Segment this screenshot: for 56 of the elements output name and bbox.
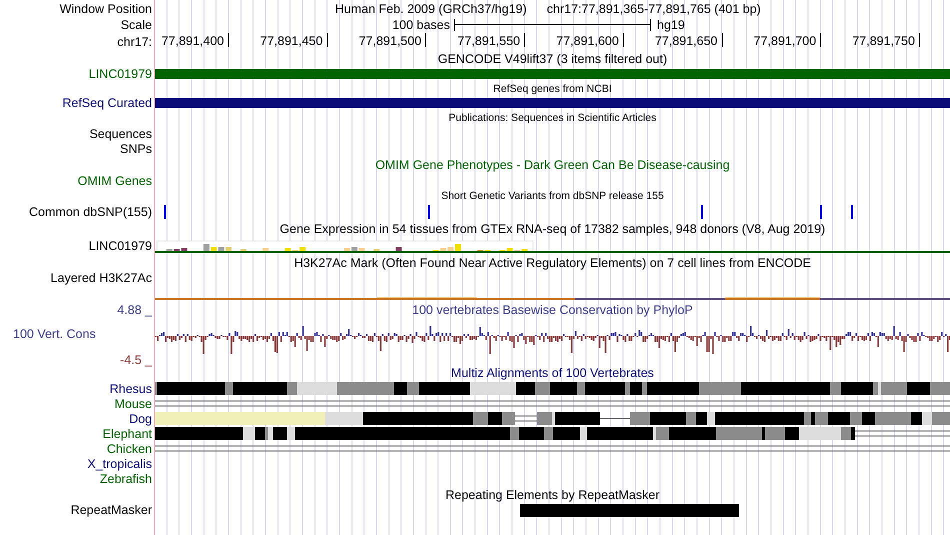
track-label[interactable]: Zebrafish (100, 472, 152, 486)
ruler-tick (918, 33, 920, 47)
track-label[interactable]: Layered H3K27Ac (50, 271, 152, 285)
track-label[interactable]: OMIM Genes (78, 174, 152, 188)
position-label: 77,891,600 (556, 34, 619, 48)
track-label[interactable]: X_tropicalis (87, 456, 152, 470)
track-title: Gene Expression in 54 tissues from GTEx RNA-seq of 17382 samples, 948 donors (V8, Aug 2019) (280, 222, 826, 236)
snp-mark (701, 205, 703, 219)
track-label[interactable]: Mouse (114, 396, 152, 410)
track-title: Publications: Sequences in Scientific Articles (448, 111, 656, 125)
position-label: 77,891,750 (852, 34, 915, 48)
position-label: 77,891,550 (458, 34, 520, 48)
track-title: Repeating Elements by RepeatMasker (445, 488, 660, 502)
assembly-label: hg19 (657, 18, 685, 32)
axis-label: 4.88 _ (116, 303, 152, 317)
track-title: 100 vertebrates Basewise Conservation by PhyloP (412, 303, 693, 317)
axis-label: -4.5 _ (119, 353, 152, 367)
position-label: 77,891,700 (754, 34, 816, 48)
snp-mark (851, 205, 853, 219)
position-label: 77,891,500 (358, 34, 422, 48)
genome-title: Human Feb. 2009 (GRCh37/hg19) (335, 2, 527, 16)
ruler-tick (425, 33, 426, 47)
scale-label: 100 bases (392, 18, 450, 32)
position-text: chr17:77,891,365-77,891,765 (401 bp) (546, 2, 761, 16)
track-label[interactable]: Scale (120, 18, 152, 32)
snp-mark (428, 205, 430, 219)
ruler-tick (524, 33, 526, 47)
ruler-tick (820, 33, 822, 47)
track-title: Multiz Alignments of 100 Vertebrates (451, 366, 654, 380)
track-label[interactable]: Chicken (106, 442, 152, 456)
track-label[interactable]: SNPs (120, 142, 152, 156)
track-label[interactable]: LINC01979 (88, 238, 152, 252)
position-label: 77,891,650 (654, 34, 718, 48)
track-label[interactable]: Rhesus (110, 382, 152, 396)
snp-mark (164, 205, 166, 219)
track-label[interactable]: RefSeq Curated (62, 96, 152, 110)
track-label[interactable]: Window Position (60, 2, 152, 16)
track-label[interactable]: Common dbSNP(155) (29, 205, 152, 219)
track-title: H3K27Ac Mark (Often Found Near Active Regulatory Elements) on 7 cell lines from ENCODE (294, 256, 811, 270)
track-title: GENCODE V49lift37 (3 items filtered out) (438, 52, 668, 66)
position-label: 77,891,400 (161, 34, 224, 48)
ruler-tick (228, 33, 229, 47)
track-label[interactable]: chr17: (117, 34, 152, 48)
track-title: RefSeq genes from NCBI (493, 82, 612, 96)
ruler-tick (326, 33, 328, 47)
track-label[interactable]: Sequences (89, 126, 152, 140)
track-label[interactable]: Dog (129, 412, 152, 426)
position-label: 77,891,450 (260, 34, 323, 48)
track-label[interactable]: Elephant (102, 426, 152, 440)
track-title: Short Genetic Variants from dbSNP release 155 (441, 189, 664, 203)
track-label[interactable]: LINC01979 (88, 66, 152, 81)
track-title: OMIM Gene Phenotypes - Dark Green Can Be Disease-causing (375, 158, 730, 172)
snp-mark (820, 205, 822, 219)
track-label[interactable]: RepeatMasker (70, 503, 152, 517)
ruler-tick (622, 33, 624, 47)
track-label[interactable]: 100 Vert. Cons (0, 327, 152, 341)
